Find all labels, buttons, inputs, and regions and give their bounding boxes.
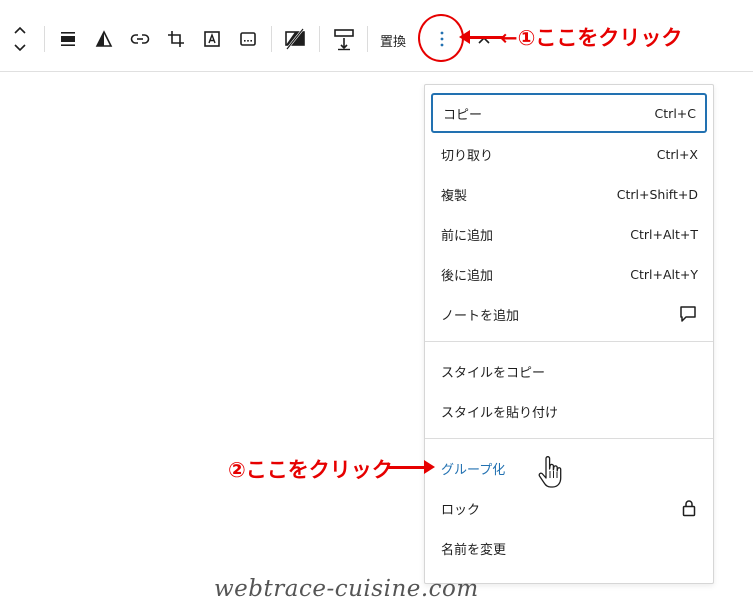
menu-item-paste-styles[interactable]: スタイルを貼り付け <box>431 391 707 431</box>
replace-button[interactable]: 置換 <box>380 31 406 50</box>
toolbar-separator <box>319 26 320 52</box>
collapse-icon <box>478 36 490 44</box>
annotation-step2: ②ここをクリック <box>228 458 393 482</box>
menu-item-label: スタイルを貼り付け <box>441 405 559 421</box>
menu-item-shortcut: Ctrl+Alt+T <box>630 226 698 242</box>
annotation-circle <box>418 14 464 62</box>
move-up-down-button[interactable] <box>3 22 37 56</box>
menu-item-shortcut: Ctrl+C <box>654 105 696 121</box>
menu-item-label: ロック <box>441 502 481 518</box>
menu-item-rename[interactable]: 名前を変更 <box>431 528 707 568</box>
collapse-button[interactable] <box>475 22 493 56</box>
alt-text-icon <box>240 32 256 46</box>
toolbar-separator <box>44 26 45 52</box>
menu-item-group[interactable]: グループ化 <box>431 448 707 488</box>
menu-divider <box>425 438 713 439</box>
duotone-icon <box>95 30 113 47</box>
menu-item-copy-styles[interactable]: スタイルをコピー <box>431 351 707 391</box>
menu-item-label: 前に追加 <box>441 228 494 244</box>
image-size-button[interactable] <box>278 22 312 56</box>
annotation-arrow-1 <box>459 30 504 44</box>
menu-item-label: 切り取り <box>441 148 494 164</box>
menu-item-label: スタイルをコピー <box>441 365 546 381</box>
menu-item-insert-after[interactable]: 後に追加 Ctrl+Alt+Y <box>431 254 707 294</box>
link-button[interactable] <box>123 22 157 56</box>
comment-icon <box>680 306 696 322</box>
align-icon <box>61 32 75 46</box>
duotone-button[interactable] <box>87 22 121 56</box>
menu-item-label: コピー <box>443 107 483 123</box>
menu-item-cut[interactable]: 切り取り Ctrl+X <box>431 134 707 174</box>
menu-item-shortcut: Ctrl+X <box>656 146 698 162</box>
align-button[interactable] <box>51 22 85 56</box>
menu-item-label: 名前を変更 <box>441 542 507 558</box>
menu-item-label: 複製 <box>441 188 468 204</box>
annotation-step1: ←①ここをクリック <box>500 26 683 50</box>
menu-item-copy[interactable]: コピー Ctrl+C <box>431 93 707 133</box>
watermark: webtrace-cuisine.com <box>214 576 479 602</box>
menu-item-label: グループ化 <box>441 462 506 478</box>
menu-item-shortcut: Ctrl+Shift+D <box>616 186 698 202</box>
menu-item-label: ノートを追加 <box>441 308 520 324</box>
crop-icon <box>168 31 184 47</box>
menu-item-label: 後に追加 <box>441 268 494 284</box>
alt-text-button[interactable] <box>231 22 265 56</box>
text-overlay-icon <box>204 31 220 47</box>
annotation-arrow-2 <box>388 460 435 474</box>
menu-item-insert-before[interactable]: 前に追加 Ctrl+Alt+T <box>431 214 707 254</box>
resize-button[interactable] <box>327 22 361 56</box>
crop-button[interactable] <box>159 22 193 56</box>
menu-item-lock[interactable]: ロック <box>431 488 707 528</box>
resize-icon <box>334 29 354 51</box>
menu-item-add-note[interactable]: ノートを追加 <box>431 294 707 334</box>
menu-item-duplicate[interactable]: 複製 Ctrl+Shift+D <box>431 174 707 214</box>
toolbar-separator <box>367 26 368 52</box>
options-dropdown-menu: コピー Ctrl+C 切り取り Ctrl+X 複製 Ctrl+Shift+D 前… <box>424 84 714 584</box>
image-size-icon <box>285 28 305 50</box>
text-overlay-button[interactable] <box>195 22 229 56</box>
menu-item-shortcut: Ctrl+Alt+Y <box>630 266 698 282</box>
menu-divider <box>425 341 713 342</box>
hand-pointer-icon <box>538 456 562 488</box>
link-icon <box>130 34 150 44</box>
lock-icon <box>682 500 696 517</box>
chevron-up-down-icon <box>14 26 26 52</box>
toolbar-separator <box>271 26 272 52</box>
